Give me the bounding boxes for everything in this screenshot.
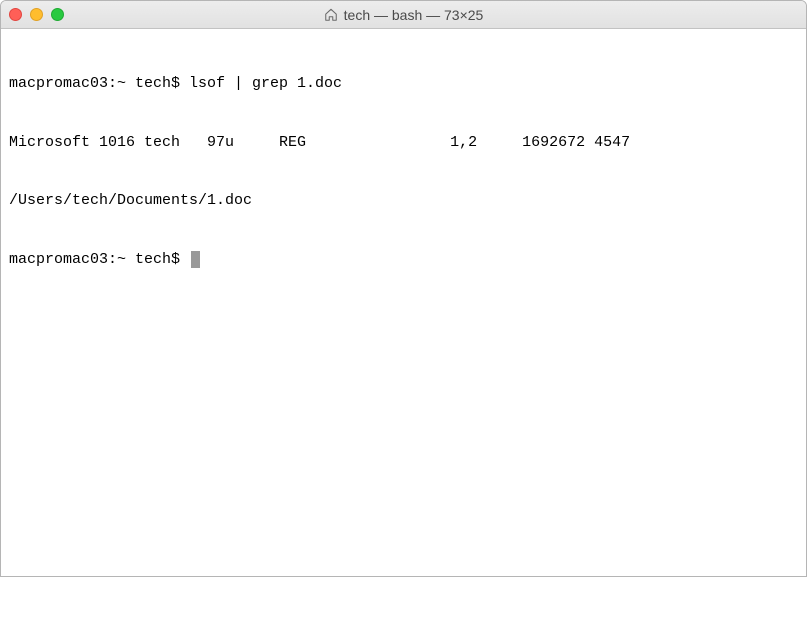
terminal-line: Microsoft 1016 tech 97u REG 1,2 1692672 … xyxy=(9,133,798,153)
maximize-button[interactable] xyxy=(51,8,64,21)
titlebar[interactable]: tech — bash — 73×25 xyxy=(1,1,806,29)
terminal-line: /Users/tech/Documents/1.doc xyxy=(9,191,798,211)
terminal-body[interactable]: macpromac03:~ tech$ lsof | grep 1.doc Mi… xyxy=(1,29,806,576)
terminal-window: tech — bash — 73×25 macpromac03:~ tech$ … xyxy=(0,0,807,577)
terminal-line: macpromac03:~ tech$ lsof | grep 1.doc xyxy=(9,74,798,94)
minimize-button[interactable] xyxy=(30,8,43,21)
home-icon xyxy=(324,8,338,22)
traffic-lights xyxy=(9,8,64,21)
terminal-prompt: macpromac03:~ tech$ xyxy=(9,251,189,268)
cursor xyxy=(191,251,200,268)
terminal-prompt-line: macpromac03:~ tech$ xyxy=(9,250,798,270)
close-button[interactable] xyxy=(9,8,22,21)
window-title: tech — bash — 73×25 xyxy=(344,7,484,23)
title-wrap: tech — bash — 73×25 xyxy=(1,7,806,23)
